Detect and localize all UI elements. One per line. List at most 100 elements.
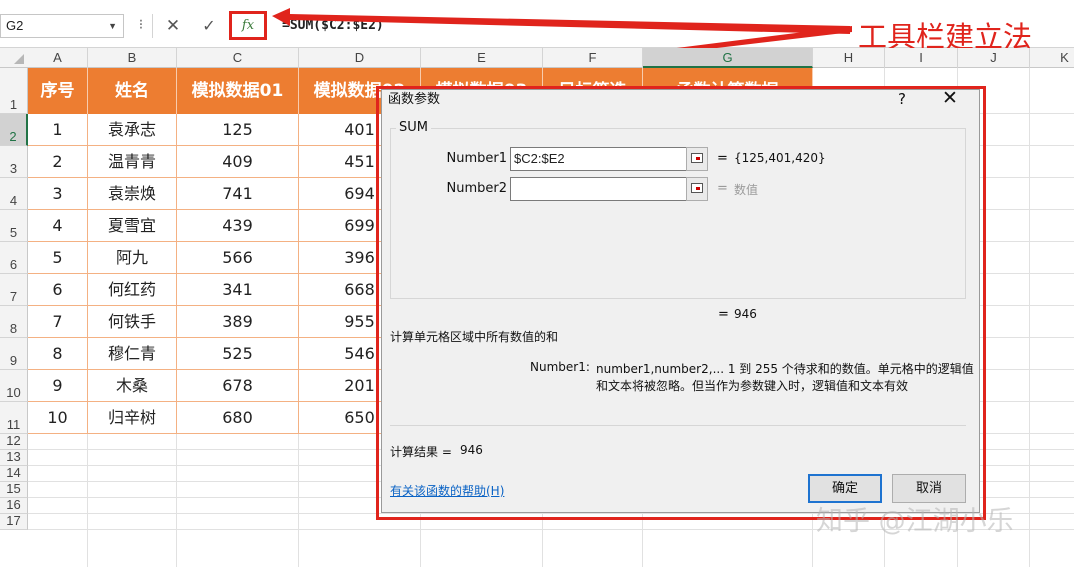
table-cell[interactable]: 袁崇焕: [88, 178, 177, 210]
row-number: 7: [9, 289, 18, 304]
range-picker-icon: [691, 183, 703, 193]
column-header-e[interactable]: E: [421, 48, 543, 68]
table-cell[interactable]: 9: [28, 370, 88, 402]
row-header-7[interactable]: 7: [0, 274, 28, 306]
row-number: 6: [9, 257, 18, 272]
row-number: 4: [9, 193, 18, 208]
table-cell[interactable]: 2: [28, 146, 88, 178]
row-header-2[interactable]: 2: [0, 114, 28, 146]
column-header-f[interactable]: F: [543, 48, 643, 68]
table-cell[interactable]: 5: [28, 242, 88, 274]
table-cell[interactable]: 木桑: [88, 370, 177, 402]
row-header-6[interactable]: 6: [0, 242, 28, 274]
table-cell[interactable]: 归辛树: [88, 402, 177, 434]
row-number: 3: [9, 161, 18, 176]
table-cell[interactable]: 何红药: [88, 274, 177, 306]
table-cell[interactable]: 4: [28, 210, 88, 242]
table-cell[interactable]: 678: [177, 370, 299, 402]
row-header-11[interactable]: 11: [0, 402, 28, 434]
number2-range-picker[interactable]: [686, 177, 708, 201]
row-number: 13: [6, 449, 21, 464]
row-header-8[interactable]: 8: [0, 306, 28, 338]
row-header-12[interactable]: 12: [0, 433, 28, 450]
function-name-label: SUM: [396, 120, 431, 135]
close-icon[interactable]: ✕: [942, 87, 958, 109]
row-header-9[interactable]: 9: [0, 338, 28, 370]
row-header-5[interactable]: 5: [0, 210, 28, 242]
calc-result-label: 计算结果 =: [390, 445, 452, 459]
row-number: 9: [9, 353, 18, 368]
row-header-16[interactable]: 16: [0, 497, 28, 514]
table-cell[interactable]: 10: [28, 402, 88, 434]
table-cell[interactable]: 341: [177, 274, 299, 306]
number1-result: {125,401,420}: [734, 151, 826, 165]
table-cell[interactable]: 3: [28, 178, 88, 210]
table-cell[interactable]: 穆仁青: [88, 338, 177, 370]
table-cell[interactable]: 7: [28, 306, 88, 338]
arguments-group: SUM Number1 $C2:$E2 = {125,401,420} Numb…: [390, 120, 966, 299]
enter-check-icon[interactable]: ✓: [196, 14, 222, 38]
table-header-cell[interactable]: 序号: [28, 68, 88, 114]
number1-input[interactable]: $C2:$E2: [510, 147, 687, 171]
column-header-j[interactable]: J: [958, 48, 1030, 68]
number2-result: 数值: [734, 183, 759, 197]
table-cell[interactable]: 夏雪宜: [88, 210, 177, 242]
table-cell[interactable]: 741: [177, 178, 299, 210]
cancel-icon[interactable]: ✕: [160, 14, 186, 38]
number1-label: Number1: [446, 151, 508, 166]
column-header-k[interactable]: K: [1030, 48, 1074, 68]
column-header-d[interactable]: D: [299, 48, 421, 68]
row-header-17[interactable]: 17: [0, 513, 28, 530]
table-cell[interactable]: 8: [28, 338, 88, 370]
table-cell[interactable]: 439: [177, 210, 299, 242]
table-cell[interactable]: 566: [177, 242, 299, 274]
row-header-13[interactable]: 13: [0, 449, 28, 466]
insert-function-icon[interactable]: fx: [234, 14, 262, 38]
table-header-cell[interactable]: 姓名: [88, 68, 177, 114]
number1-range-picker[interactable]: [686, 147, 708, 171]
number2-input[interactable]: [510, 177, 687, 201]
chevron-down-icon[interactable]: ▼: [108, 15, 117, 37]
table-cell[interactable]: 1: [28, 114, 88, 146]
row-number: 14: [6, 465, 21, 480]
number2-equals: =: [717, 181, 728, 196]
row-header-14[interactable]: 14: [0, 465, 28, 482]
arg-help-line1: number1,number2,... 1 到 255 个待求和的数值。单元格中…: [596, 362, 974, 376]
help-icon[interactable]: ?: [898, 90, 906, 108]
row-header-15[interactable]: 15: [0, 481, 28, 498]
table-header-cell[interactable]: 模拟数据01: [177, 68, 299, 114]
column-header-g[interactable]: G: [643, 48, 813, 68]
table-cell[interactable]: 6: [28, 274, 88, 306]
table-cell[interactable]: 何铁手: [88, 306, 177, 338]
table-cell[interactable]: 袁承志: [88, 114, 177, 146]
table-cell[interactable]: 409: [177, 146, 299, 178]
row-header-3[interactable]: 3: [0, 146, 28, 178]
name-box[interactable]: G2 ▼: [0, 14, 124, 38]
column-header-b[interactable]: B: [88, 48, 177, 68]
table-cell[interactable]: 125: [177, 114, 299, 146]
table-cell[interactable]: 680: [177, 402, 299, 434]
function-help-link[interactable]: 有关该函数的帮助(H): [390, 482, 504, 499]
column-header-a[interactable]: A: [28, 48, 88, 68]
calc-result-value: 946: [460, 443, 483, 457]
select-all-corner[interactable]: [14, 54, 24, 64]
formula-bar-divider: [152, 14, 153, 38]
column-header-c[interactable]: C: [177, 48, 299, 68]
row-header-1[interactable]: 1: [0, 68, 28, 114]
table-cell[interactable]: 525: [177, 338, 299, 370]
row-header-4[interactable]: 4: [0, 178, 28, 210]
row-number: 2: [9, 129, 17, 144]
table-cell[interactable]: 温青青: [88, 146, 177, 178]
watermark: 知乎 @江湖小乐: [816, 506, 1014, 537]
column-header-h[interactable]: H: [813, 48, 885, 68]
drag-handle-icon[interactable]: ⁝: [134, 14, 148, 38]
number1-equals: =: [717, 151, 728, 166]
range-picker-icon: [691, 153, 703, 163]
dialog-divider: [390, 425, 966, 426]
grid-line-vertical: [1029, 68, 1030, 567]
table-cell[interactable]: 389: [177, 306, 299, 338]
table-cell[interactable]: 阿九: [88, 242, 177, 274]
row-header-10[interactable]: 10: [0, 370, 28, 402]
column-header-i[interactable]: I: [885, 48, 958, 68]
name-box-value: G2: [6, 18, 24, 33]
